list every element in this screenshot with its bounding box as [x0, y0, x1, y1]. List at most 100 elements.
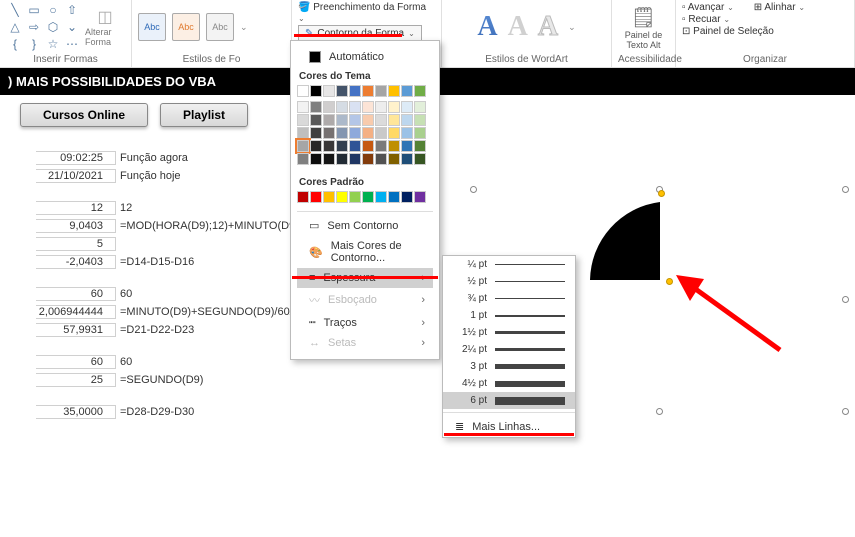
- thickness-option[interactable]: 2¼ pt: [443, 341, 575, 358]
- more-colors-item[interactable]: 🎨 Mais Cores de Contorno...: [297, 236, 433, 268]
- color-swatch[interactable]: [414, 153, 426, 165]
- color-swatch[interactable]: [349, 114, 361, 126]
- cell-text[interactable]: 60: [116, 288, 286, 300]
- wordart-more-icon[interactable]: ⌄: [568, 22, 576, 33]
- color-swatch[interactable]: [375, 153, 387, 165]
- resize-handle[interactable]: [842, 296, 849, 303]
- color-swatch[interactable]: [349, 140, 361, 152]
- resize-handle[interactable]: [842, 186, 849, 193]
- color-swatch[interactable]: [349, 191, 361, 203]
- color-swatch[interactable]: [336, 101, 348, 113]
- color-swatch[interactable]: [401, 153, 413, 165]
- automatic-color-item[interactable]: Automático: [297, 47, 433, 67]
- selection-pane-button[interactable]: ⊡ Painel de Seleção: [682, 26, 774, 37]
- cell-text[interactable]: Função agora: [116, 152, 286, 164]
- thickness-option[interactable]: 4½ pt: [443, 375, 575, 392]
- playlist-button[interactable]: Playlist: [160, 103, 248, 127]
- color-swatch[interactable]: [388, 85, 400, 97]
- thickness-option[interactable]: 1½ pt: [443, 324, 575, 341]
- color-swatch[interactable]: [349, 85, 361, 97]
- bring-forward-button[interactable]: ▫ Avançar ⌄: [682, 2, 734, 13]
- cell-text[interactable]: 12: [116, 202, 286, 214]
- arrow-up-icon[interactable]: ⇧: [63, 2, 81, 18]
- shapes-gallery[interactable]: ╲ ▭ ○ ⇧ △ ⇨ ⬡ ⌄ { } ☆ ⋯: [6, 2, 81, 52]
- alt-text-button[interactable]: 🗒 Painel de Texto Alt: [618, 5, 669, 50]
- resize-handle[interactable]: [656, 408, 663, 415]
- color-swatch[interactable]: [323, 114, 335, 126]
- color-swatch[interactable]: [310, 127, 322, 139]
- hex-icon[interactable]: ⬡: [44, 19, 62, 35]
- color-swatch[interactable]: [414, 114, 426, 126]
- edit-shapes-button[interactable]: ◫ Alterar Forma: [85, 7, 125, 47]
- color-swatch[interactable]: [297, 153, 309, 165]
- arrow-icon[interactable]: ⇨: [25, 19, 43, 35]
- shape-style-3[interactable]: Abc: [206, 13, 234, 41]
- cell-value[interactable]: 25: [36, 373, 116, 387]
- line-icon[interactable]: ╲: [6, 2, 24, 18]
- color-swatch[interactable]: [310, 114, 322, 126]
- color-swatch[interactable]: [297, 85, 309, 97]
- color-swatch[interactable]: [323, 153, 335, 165]
- color-swatch[interactable]: [349, 153, 361, 165]
- color-swatch[interactable]: [362, 101, 374, 113]
- color-swatch[interactable]: [336, 153, 348, 165]
- cell-text[interactable]: 60: [116, 356, 286, 368]
- thickness-option[interactable]: ¾ pt: [443, 290, 575, 307]
- style-more-icon[interactable]: ⌄: [240, 22, 248, 33]
- color-swatch[interactable]: [414, 101, 426, 113]
- color-swatch[interactable]: [310, 153, 322, 165]
- cell-text[interactable]: Função hoje: [116, 170, 286, 182]
- cell-text[interactable]: =MOD(HORA(D9);12)+MINUTO(D9)/: [116, 220, 286, 232]
- cell-value[interactable]: 5: [36, 237, 116, 251]
- rect-icon[interactable]: ▭: [25, 2, 43, 18]
- color-swatch[interactable]: [388, 140, 400, 152]
- color-swatch[interactable]: [388, 127, 400, 139]
- cell-text[interactable]: =D14-D15-D16: [116, 256, 286, 268]
- cell-value[interactable]: -2,0403: [36, 255, 116, 269]
- color-swatch[interactable]: [297, 114, 309, 126]
- color-swatch[interactable]: [349, 101, 361, 113]
- wordart-style-1[interactable]: A: [477, 11, 497, 43]
- color-swatch[interactable]: [323, 191, 335, 203]
- color-swatch[interactable]: [375, 101, 387, 113]
- cursos-button[interactable]: Cursos Online: [20, 103, 148, 127]
- adjust-handle[interactable]: [658, 190, 665, 197]
- color-swatch[interactable]: [362, 140, 374, 152]
- color-swatch[interactable]: [414, 85, 426, 97]
- dashes-item[interactable]: ┉ Traços: [297, 312, 433, 333]
- cell-text[interactable]: =SEGUNDO(D9): [116, 374, 286, 386]
- color-swatch[interactable]: [401, 191, 413, 203]
- color-swatch[interactable]: [401, 114, 413, 126]
- shape-fill-button[interactable]: 🪣 Preenchimento da Forma ⌄: [298, 2, 435, 24]
- color-swatch[interactable]: [336, 127, 348, 139]
- color-swatch[interactable]: [401, 127, 413, 139]
- wordart-style-3[interactable]: A: [538, 11, 558, 43]
- thickness-option[interactable]: 3 pt: [443, 358, 575, 375]
- color-swatch[interactable]: [414, 127, 426, 139]
- color-swatch[interactable]: [310, 101, 322, 113]
- color-swatch[interactable]: [401, 85, 413, 97]
- cell-text[interactable]: =MINUTO(D9)+SEGUNDO(D9)/60/60: [116, 306, 286, 318]
- color-swatch[interactable]: [362, 191, 374, 203]
- color-swatch[interactable]: [362, 85, 374, 97]
- color-swatch[interactable]: [362, 153, 374, 165]
- rbrace-icon[interactable]: }: [25, 36, 43, 52]
- color-swatch[interactable]: [375, 127, 387, 139]
- lbrace-icon[interactable]: {: [6, 36, 24, 52]
- color-swatch[interactable]: [401, 140, 413, 152]
- thickness-option[interactable]: 6 pt: [443, 392, 575, 409]
- color-swatch[interactable]: [414, 191, 426, 203]
- color-swatch[interactable]: [349, 127, 361, 139]
- color-swatch[interactable]: [388, 191, 400, 203]
- send-back-button[interactable]: ▫ Recuar ⌄: [682, 14, 730, 25]
- cell-text[interactable]: =D21-D22-D23: [116, 324, 286, 336]
- color-swatch[interactable]: [323, 127, 335, 139]
- wordart-style-2[interactable]: A: [508, 11, 528, 43]
- color-swatch[interactable]: [336, 114, 348, 126]
- color-swatch[interactable]: [362, 114, 374, 126]
- no-outline-item[interactable]: ▭ Sem Contorno: [297, 215, 433, 236]
- color-swatch[interactable]: [310, 140, 322, 152]
- color-swatch[interactable]: [323, 140, 335, 152]
- triangle-icon[interactable]: △: [6, 19, 24, 35]
- color-swatch[interactable]: [336, 191, 348, 203]
